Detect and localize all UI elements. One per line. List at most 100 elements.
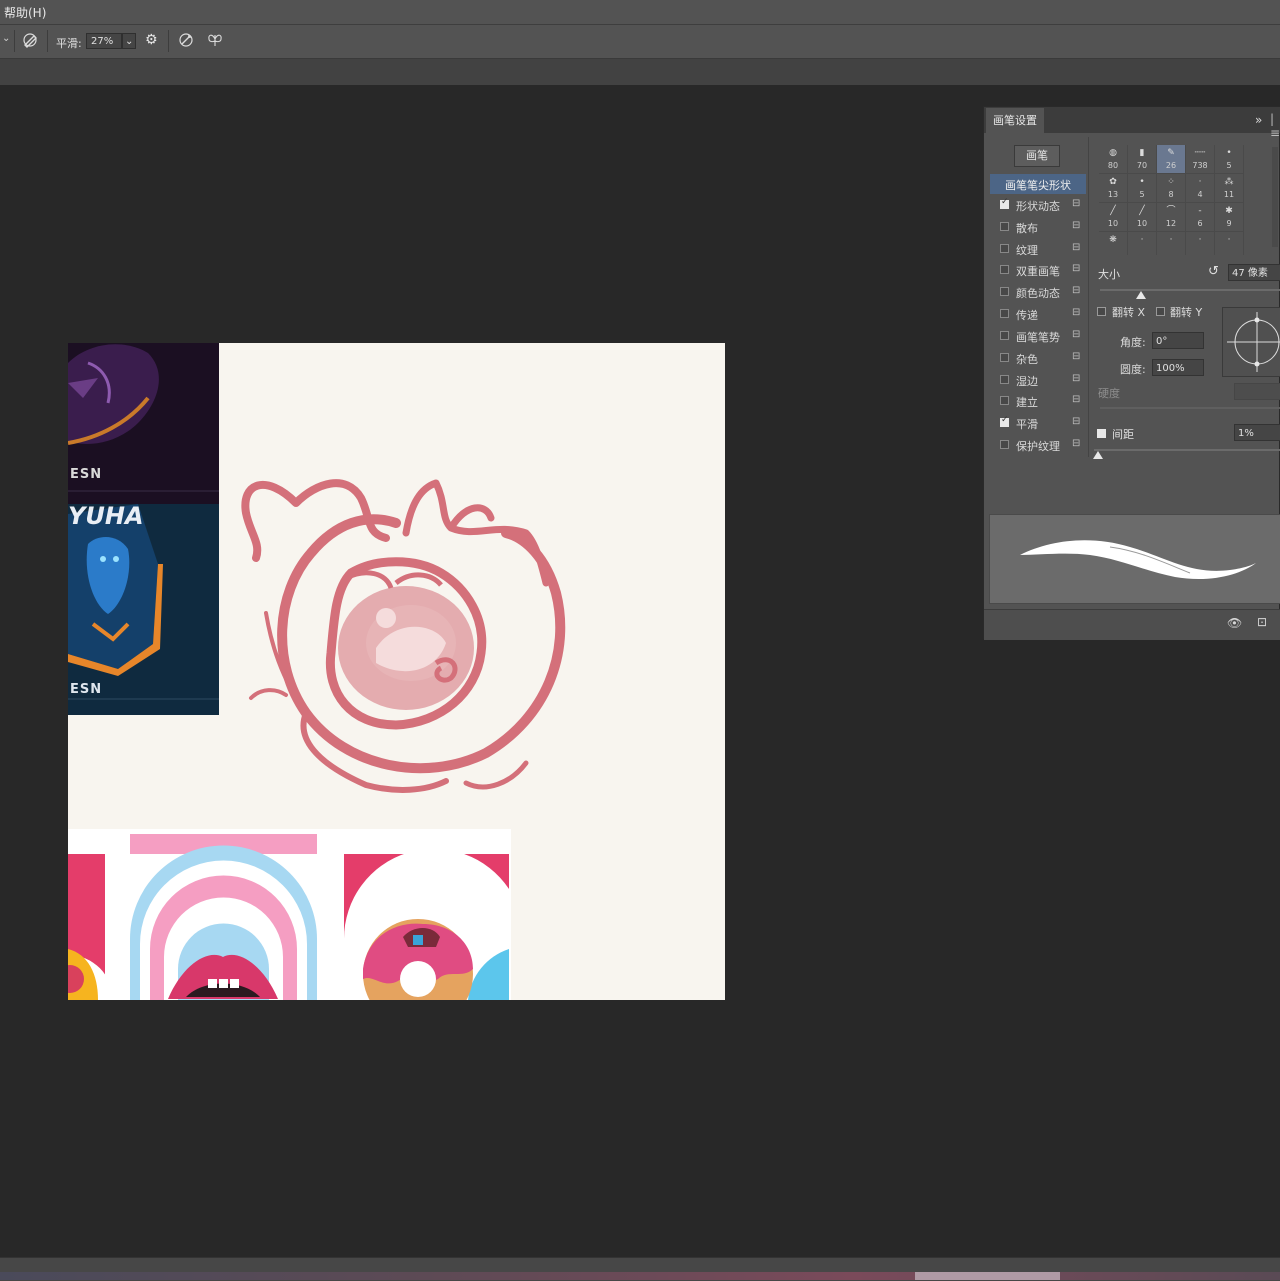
option-checkbox[interactable] — [1000, 375, 1009, 384]
brush-preset[interactable]: • 5 — [1128, 174, 1157, 203]
spacing-slider-thumb[interactable] — [1093, 451, 1103, 459]
option-wet-edges[interactable]: 湿边 ⊟ — [990, 370, 1086, 390]
option-checkbox[interactable] — [1000, 440, 1009, 449]
option-color-dynamics[interactable]: 颜色动态 ⊟ — [990, 282, 1086, 302]
option-label: 纹理 — [1016, 244, 1038, 257]
new-brush-icon[interactable]: ⊡ — [1257, 615, 1267, 629]
lock-icon[interactable]: ⊟ — [1072, 394, 1080, 405]
option-checkbox[interactable] — [1000, 197, 1009, 209]
option-label: 画笔笔尖形状 — [1005, 179, 1071, 192]
symmetry-butterfly-icon[interactable] — [206, 31, 224, 52]
divider — [14, 30, 15, 52]
spacing-checkbox[interactable] — [1097, 429, 1106, 438]
lock-icon[interactable]: ⊟ — [1072, 220, 1080, 231]
brush-preset[interactable]: • 5 — [1215, 145, 1244, 174]
lock-icon[interactable]: ⊟ — [1072, 373, 1080, 384]
preset-scrollbar[interactable] — [1272, 147, 1278, 247]
brush-preset[interactable]: ▮ 70 — [1128, 145, 1157, 174]
option-checkbox[interactable] — [1000, 309, 1009, 318]
smoothing-dropdown[interactable]: ⌄ — [122, 33, 136, 49]
spacing-label: 间距 — [1112, 428, 1134, 441]
angle-roundness-widget[interactable] — [1222, 307, 1280, 377]
menu-help[interactable]: 帮助(H) — [4, 4, 46, 21]
option-scattering[interactable]: 散布 ⊟ — [990, 217, 1086, 237]
flip-y-checkbox[interactable] — [1156, 307, 1165, 316]
option-transfer[interactable]: 传递 ⊟ — [990, 304, 1086, 324]
brush-preset[interactable]: · — [1128, 232, 1157, 255]
lock-icon[interactable]: ⊟ — [1072, 416, 1080, 427]
option-texture[interactable]: 纹理 ⊟ — [990, 239, 1086, 259]
lock-icon[interactable]: ⊟ — [1072, 263, 1080, 274]
thumbnail-title-text: YUHA — [68, 504, 144, 530]
smoothing-label: 平滑: — [56, 37, 82, 50]
option-checkbox[interactable] — [1000, 353, 1009, 362]
brushes-button[interactable]: 画笔 — [1014, 145, 1060, 167]
spacing-slider-track[interactable] — [1094, 449, 1280, 451]
brush-preset[interactable]: ✱ 9 — [1215, 203, 1244, 232]
brush-preset[interactable]: ❋ — [1099, 232, 1128, 255]
brush-preset[interactable]: ╱ 10 — [1128, 203, 1157, 232]
collapse-panel-icon[interactable]: » — [1255, 113, 1262, 127]
lock-icon[interactable]: ⊟ — [1072, 438, 1080, 449]
roundness-field[interactable]: 100% — [1152, 359, 1204, 376]
option-shape-dynamics[interactable]: 形状动态 ⊟ — [990, 195, 1086, 215]
option-list-divider — [1088, 137, 1089, 457]
option-dual-brush[interactable]: 双重画笔 ⊟ — [990, 260, 1086, 280]
option-noise[interactable]: 杂色 ⊟ — [990, 348, 1086, 368]
option-checkbox[interactable] — [1000, 415, 1009, 427]
flip-x-checkbox[interactable] — [1097, 307, 1106, 316]
lock-icon[interactable]: ⊟ — [1072, 198, 1080, 209]
brush-preset-selected[interactable]: ✎ 26 — [1157, 145, 1186, 174]
brush-preset[interactable]: · — [1215, 232, 1244, 255]
brush-tip-icon: ╱ — [1139, 206, 1145, 216]
panel-menu-icon[interactable]: |≡ — [1270, 112, 1280, 140]
option-smoothing[interactable]: 平滑 ⊟ — [990, 413, 1086, 433]
size-slider-track[interactable] — [1100, 289, 1280, 291]
option-checkbox[interactable] — [1000, 287, 1009, 296]
spacing-value: 1% — [1238, 428, 1254, 439]
document-canvas[interactable]: ESN YUHA ESN — [68, 343, 725, 1000]
option-checkbox[interactable] — [1000, 265, 1009, 274]
reset-size-icon[interactable]: ↺ — [1208, 264, 1219, 279]
option-checkbox[interactable] — [1000, 396, 1009, 405]
size-slider-thumb[interactable] — [1136, 291, 1146, 299]
brush-preset[interactable]: ┄┄ 738 — [1186, 145, 1215, 174]
option-brush-tip-shape[interactable]: 画笔笔尖形状 — [990, 174, 1086, 194]
lock-icon[interactable]: ⊟ — [1072, 285, 1080, 296]
brush-preset[interactable]: ◍ 80 — [1099, 145, 1128, 174]
brush-preset[interactable]: · — [1186, 232, 1215, 255]
option-checkbox[interactable] — [1000, 331, 1009, 340]
brush-preset[interactable]: · 4 — [1186, 174, 1215, 203]
brush-preset[interactable]: ⌒ 12 — [1157, 203, 1186, 232]
eye-toggle-icon[interactable]: 👁 — [1227, 616, 1242, 630]
flip-x-label: 翻转 X — [1112, 306, 1146, 319]
size-field[interactable]: 47 像素 — [1228, 264, 1280, 281]
smoothing-field[interactable]: 27% — [86, 33, 122, 49]
option-brush-pose[interactable]: 画笔笔势 ⊟ — [990, 326, 1086, 346]
option-build-up[interactable]: 建立 ⊟ — [990, 391, 1086, 411]
brush-preset[interactable]: ╱ 10 — [1099, 203, 1128, 232]
lock-icon[interactable]: ⊟ — [1072, 351, 1080, 362]
pink-creature-sketch — [241, 479, 566, 793]
lock-icon[interactable]: ⊟ — [1072, 329, 1080, 340]
angle-field[interactable]: 0° — [1152, 332, 1204, 349]
brush-preset[interactable]: ⁘ 8 — [1157, 174, 1186, 203]
brush-preset[interactable]: · — [1157, 232, 1186, 255]
option-checkbox[interactable] — [1000, 222, 1009, 231]
option-label: 形状动态 — [1016, 200, 1060, 213]
pressure-angle-icon[interactable] — [177, 31, 195, 52]
spacing-field[interactable]: 1% — [1234, 424, 1280, 441]
hardness-label: 硬度 — [1098, 387, 1120, 400]
option-checkbox[interactable] — [1000, 244, 1009, 253]
brush-mode-icon[interactable] — [22, 31, 40, 52]
brush-preset[interactable]: ⁂ 11 — [1215, 174, 1244, 203]
chevron-down-icon[interactable]: ⌄ — [2, 33, 10, 44]
option-protect-texture[interactable]: 保护纹理 ⊟ — [990, 435, 1086, 455]
lock-icon[interactable]: ⊟ — [1072, 242, 1080, 253]
gear-icon[interactable]: ⚙ — [145, 32, 158, 48]
brush-preset[interactable]: ‐6 — [1186, 203, 1215, 232]
brush-option-list: 画笔笔尖形状 形状动态 ⊟ 散布 ⊟ 纹理 ⊟ 双重画笔 ⊟ 颜色动态 ⊟ — [984, 174, 1094, 464]
tab-brush-settings[interactable]: 画笔设置 — [986, 108, 1044, 133]
brush-preset[interactable]: ✿ 13 — [1099, 174, 1128, 203]
lock-icon[interactable]: ⊟ — [1072, 307, 1080, 318]
